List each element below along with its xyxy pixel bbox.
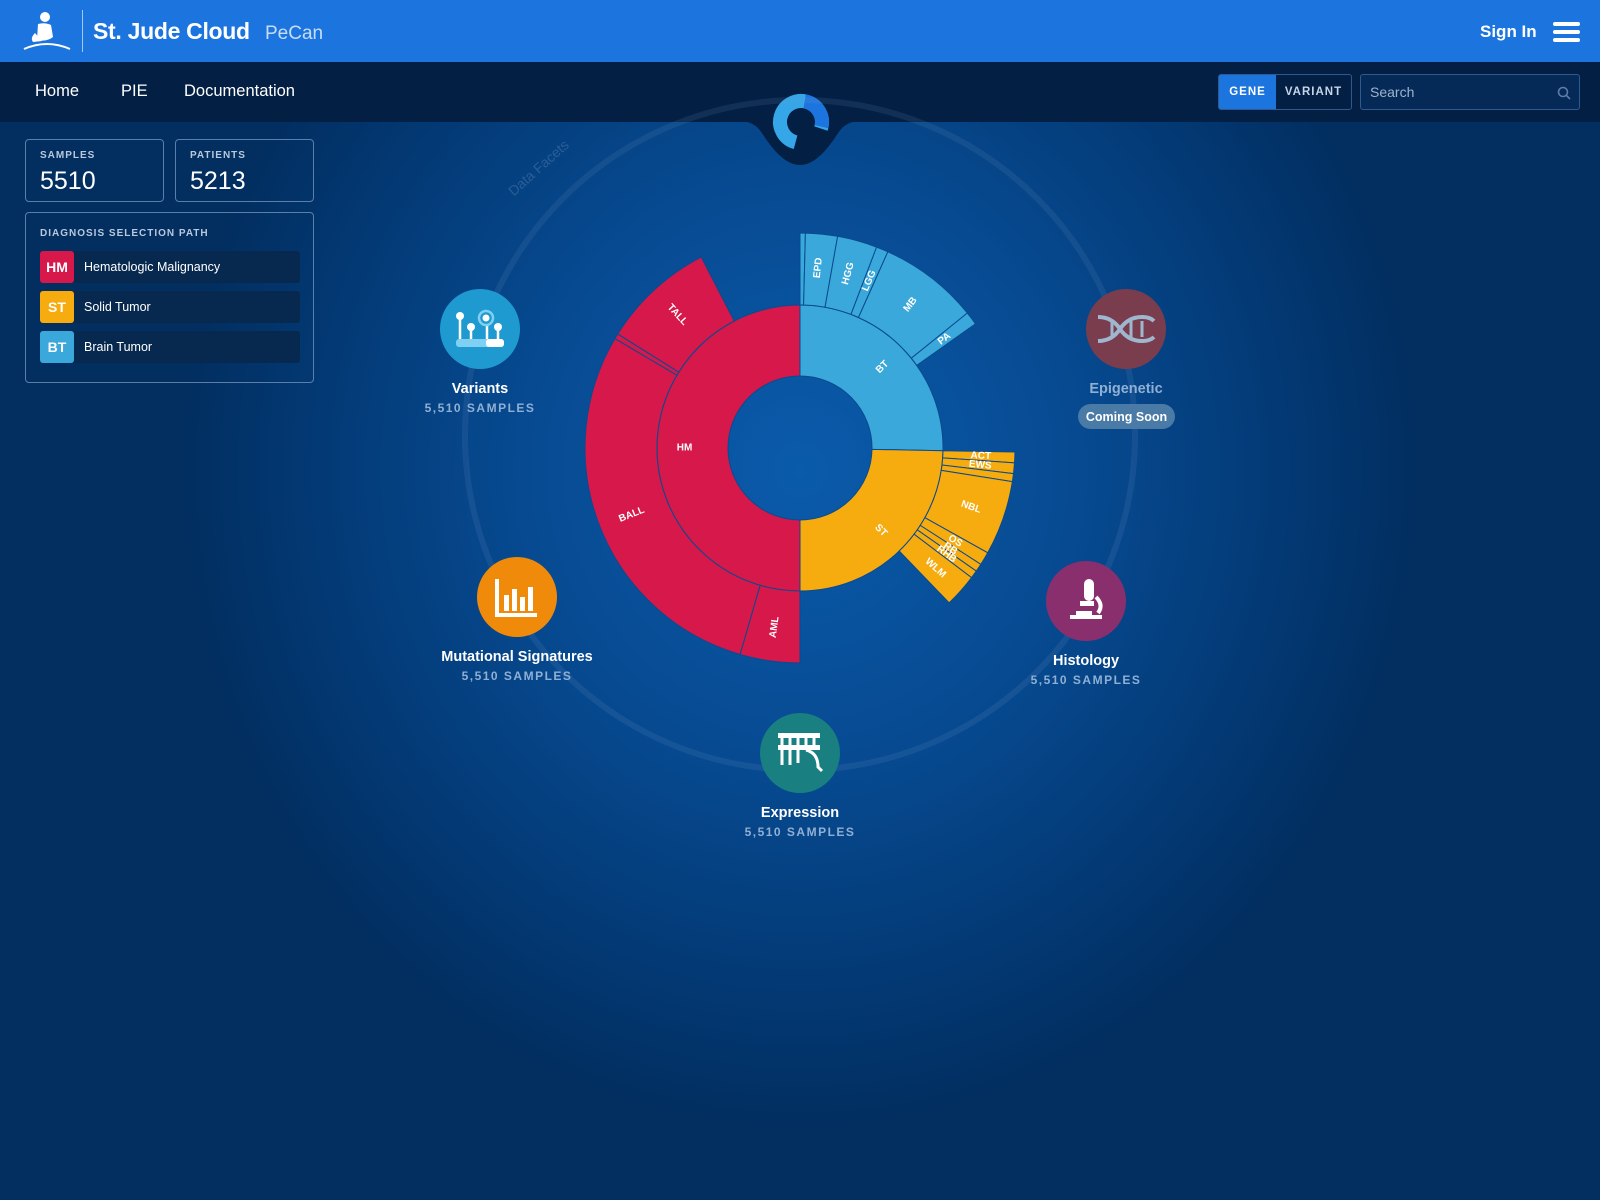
search-icon[interactable] [1557,86,1571,100]
nav-pie[interactable]: PIE [121,82,148,101]
search-input[interactable] [1361,75,1541,109]
st-jude-logo-icon[interactable] [20,11,74,51]
path-item-code: ST [40,291,74,323]
patients-label: PATIENTS [190,150,246,161]
path-item-code: HM [40,251,74,283]
data-facets-label: Data Facets [505,136,572,199]
logo-divider [82,10,83,52]
samples-label: SAMPLES [40,150,96,161]
patients-card: PATIENTS 5213 [175,139,314,202]
top-bar: St. Jude Cloud PeCan Sign In [0,0,1600,62]
path-item-hm[interactable]: HM Hematologic Malignancy [40,251,300,283]
variants-title[interactable]: Variants [370,381,590,397]
selection-path-title: DIAGNOSIS SELECTION PATH [40,228,209,239]
variant-toggle-button[interactable]: VARIANT [1276,75,1351,109]
gene-toggle-button[interactable]: GENE [1219,75,1276,109]
menu-icon[interactable] [1553,22,1580,42]
nav-home[interactable]: Home [35,82,79,101]
path-item-bt[interactable]: BT Brain Tumor [40,331,300,363]
expression-title[interactable]: Expression [690,805,910,821]
brand-title[interactable]: St. Jude Cloud [93,18,250,45]
diagnosis-selection-path: DIAGNOSIS SELECTION PATH HM Hematologic … [25,212,314,383]
path-item-name: Brain Tumor [84,340,153,354]
coming-soon-badge: Coming Soon [1078,404,1175,429]
variants-samples: 5,510 SAMPLES [424,401,536,415]
pecan-logo-icon[interactable] [770,91,832,153]
microscope-icon[interactable] [1046,561,1126,641]
bar-chart-icon[interactable] [477,557,557,637]
nav-documentation[interactable]: Documentation [184,82,295,101]
expression-icon[interactable] [760,713,840,793]
epigenetic-title: Epigenetic [1089,381,1163,397]
variants-icon[interactable] [440,289,520,369]
expression-samples: 5,510 SAMPLES [744,825,856,839]
product-name: PeCan [265,23,324,44]
path-item-code: BT [40,331,74,363]
path-item-name: Hematologic Malignancy [84,260,221,274]
samples-value: 5510 [40,167,96,195]
histology-samples: 5,510 SAMPLES [1030,673,1142,687]
sign-in-button[interactable]: Sign In [1480,22,1537,42]
search-box [1360,74,1580,110]
path-item-name: Solid Tumor [84,300,151,314]
search-mode-toggle: GENE VARIANT [1218,74,1352,110]
samples-card: SAMPLES 5510 [25,139,164,202]
dna-icon [1086,289,1166,369]
histology-title[interactable]: Histology [976,653,1196,669]
path-item-st[interactable]: ST Solid Tumor [40,291,300,323]
mutational-signatures-samples: 5,510 SAMPLES [461,669,573,683]
mutational-signatures-title[interactable]: Mutational Signatures [407,649,627,665]
patients-value: 5213 [190,167,246,195]
